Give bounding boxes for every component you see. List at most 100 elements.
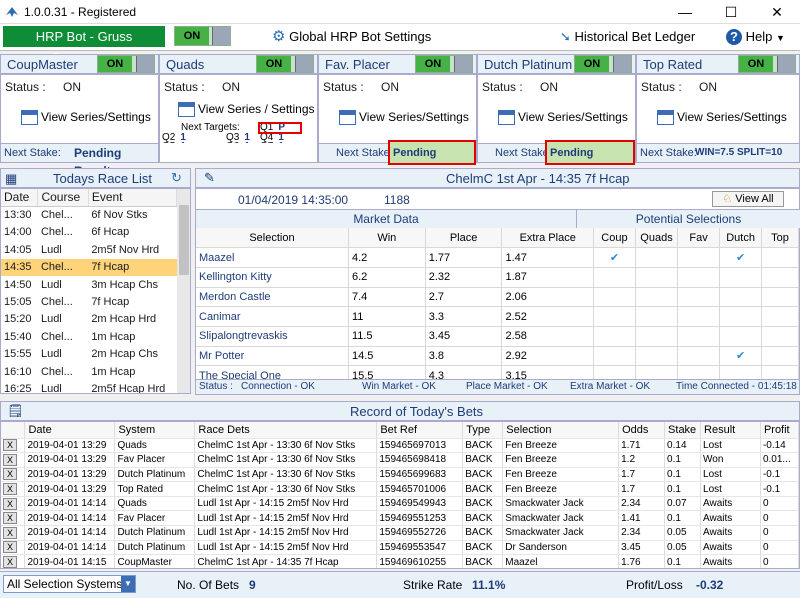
runner-cell: Mr Potter bbox=[196, 346, 349, 367]
runner-row[interactable]: Kellington Kitty 6.2 2.32 1.87 bbox=[196, 267, 799, 288]
runner-row[interactable]: Canimar 11 3.3 2.52 bbox=[196, 306, 799, 327]
close-button[interactable]: ✕ bbox=[754, 0, 800, 24]
runner-row[interactable]: Slipalongtrevaskis 11.5 3.45 2.58 bbox=[196, 326, 799, 347]
market-col-header[interactable]: Coup bbox=[593, 228, 636, 249]
cancel-bet-button[interactable]: X bbox=[3, 541, 17, 554]
race-row[interactable]: 15:05 Chel... 7f Hcap bbox=[1, 293, 177, 310]
racelist-col-header[interactable]: Event bbox=[88, 189, 178, 207]
bet-cell: 2019-04-01 13:29 bbox=[24, 452, 116, 468]
connection-toggle[interactable]: ON bbox=[174, 26, 231, 46]
runner-cell: 14.5 bbox=[348, 346, 426, 367]
race-row[interactable]: 14:05 Ludl 2m5f Nov Hrd bbox=[1, 241, 177, 258]
bets-col-header[interactable]: Bet Ref bbox=[376, 422, 464, 439]
panel-toggle[interactable]: ON bbox=[574, 55, 632, 73]
panel-toggle[interactable]: ON bbox=[415, 55, 473, 73]
race-row[interactable]: 15:55 Ludl 2m Hcap Chs bbox=[1, 346, 177, 363]
cancel-bet-button[interactable]: X bbox=[3, 526, 17, 539]
next-stake-row-0: Next Stake:Pending Result bbox=[0, 143, 159, 178]
cancel-bet-button[interactable]: X bbox=[3, 439, 17, 452]
bet-cell: 0.1 bbox=[664, 452, 702, 468]
bets-col-header[interactable]: Race Dets bbox=[194, 422, 378, 439]
race-row[interactable]: 15:20 Ludl 2m Hcap Hrd bbox=[1, 311, 177, 328]
bets-col-header[interactable]: Type bbox=[462, 422, 504, 439]
bets-col-header[interactable]: Date bbox=[24, 422, 116, 439]
scroll-thumb[interactable] bbox=[179, 205, 189, 275]
bet-cell: ChelmC 1st Apr - 13:30 6f Nov Stks bbox=[194, 467, 378, 483]
bets-col-header[interactable]: Profit bbox=[760, 422, 799, 439]
market-col-header[interactable]: Selection bbox=[196, 228, 349, 249]
settings-icon bbox=[339, 110, 356, 126]
race-row[interactable]: 14:50 Ludl 3m Hcap Chs bbox=[1, 276, 177, 293]
market-col-header[interactable]: Extra Place bbox=[501, 228, 594, 249]
market-col-header[interactable]: Place bbox=[425, 228, 503, 249]
ledger-button[interactable]: ➘ Historical Bet Ledger bbox=[560, 27, 695, 47]
bet-row: X 2019-04-01 14:14 Quads Ludl 1st Apr - 14:… bbox=[1, 496, 799, 512]
racelist-col-header[interactable]: Course bbox=[37, 189, 89, 207]
view-settings-button[interactable]: View Series/Settings bbox=[498, 110, 628, 126]
runner-row[interactable]: Maazel 4.2 1.77 1.47 ✔ ✔ bbox=[196, 247, 799, 268]
race-row[interactable]: 15:40 Chel... 1m Hcap bbox=[1, 328, 177, 345]
global-settings-button[interactable]: ⚙ Global HRP Bot Settings bbox=[272, 27, 431, 47]
minimize-button[interactable]: — bbox=[662, 0, 708, 24]
race-row[interactable]: 16:10 Chel... 1m Hcap bbox=[1, 363, 177, 380]
selection-tick-icon bbox=[677, 306, 721, 327]
view-settings-button[interactable]: View Series/Settings bbox=[21, 110, 151, 126]
panel-toggle[interactable]: ON bbox=[738, 55, 796, 73]
race-row[interactable]: 16:25 Ludl 2m5f Hcap Hrd bbox=[1, 380, 177, 393]
market-header: Market Data bbox=[196, 209, 576, 228]
race-row[interactable]: 14:35 Chel... 7f Hcap bbox=[1, 258, 177, 276]
market-col-header[interactable]: Quads bbox=[635, 228, 679, 249]
chevron-down-icon[interactable]: ▼ bbox=[121, 576, 135, 592]
bets-col-header[interactable]: Selection bbox=[502, 422, 620, 439]
selection-tick-icon bbox=[761, 306, 799, 327]
runner-row[interactable]: Mr Potter 14.5 3.8 2.92 ✔ bbox=[196, 346, 799, 367]
race-cell: 14:05 bbox=[4, 243, 32, 256]
view-settings-button[interactable]: View Series/Settings bbox=[339, 110, 469, 126]
bet-row: X 2019-04-01 14:14 Fav Placer Ludl 1st Apr … bbox=[1, 510, 799, 527]
refresh-icon[interactable]: ↻ bbox=[171, 170, 182, 186]
bets-col-header[interactable]: Result bbox=[700, 422, 761, 439]
view-settings-label: View Series / Settings bbox=[198, 102, 315, 116]
bet-cell: Fen Breeze bbox=[502, 467, 620, 483]
cancel-bet-button[interactable]: X bbox=[3, 512, 17, 525]
cancel-bet-button[interactable]: X bbox=[3, 468, 17, 481]
race-cell: 15:40 bbox=[4, 330, 32, 343]
racelist-table: Date Course Event 13:30 Chel... 6f Nov Stks 14… bbox=[1, 189, 178, 393]
bets-col-header[interactable]: Odds bbox=[618, 422, 666, 439]
bets-col-header[interactable]: System bbox=[114, 422, 196, 439]
cancel-bet-button[interactable]: X bbox=[3, 497, 17, 510]
panel-body-4: Status : ON View Series/Settings bbox=[636, 74, 800, 144]
cancel-cell: X bbox=[1, 438, 26, 454]
cancel-bet-button[interactable]: X bbox=[3, 556, 17, 568]
maximize-button[interactable]: ☐ bbox=[708, 0, 754, 24]
race-cell: 6f Hcap bbox=[91, 226, 130, 239]
cancel-bet-button[interactable]: X bbox=[3, 453, 17, 466]
bets-col-header[interactable] bbox=[1, 422, 26, 439]
bets-col-header[interactable]: Stake bbox=[664, 422, 702, 439]
racelist-scrollbar[interactable] bbox=[177, 189, 190, 393]
bets-count: 9 bbox=[249, 578, 256, 592]
market-col-header[interactable]: Fav bbox=[677, 228, 721, 249]
race-row[interactable]: 13:30 Chel... 6f Nov Stks bbox=[1, 206, 177, 223]
help-button[interactable]: ? Help ▼ bbox=[726, 27, 785, 47]
bet-cell: 1.41 bbox=[618, 510, 666, 527]
racelist-col-header[interactable]: Date bbox=[1, 189, 39, 207]
panel-toggle[interactable]: ON bbox=[256, 55, 314, 73]
view-all-button[interactable]: ♘ View All bbox=[712, 191, 784, 207]
bet-cell: 2019-04-01 14:14 bbox=[24, 540, 116, 556]
edit-icon[interactable]: ✎ bbox=[204, 170, 215, 186]
view-settings-button[interactable]: View Series / Settings bbox=[178, 102, 315, 118]
race-row[interactable]: 14:00 Chel... 6f Hcap bbox=[1, 224, 177, 241]
market-col-header[interactable]: Win bbox=[348, 228, 426, 249]
connection-status: Connection - OK bbox=[241, 381, 315, 392]
bet-cell: Fen Breeze bbox=[502, 481, 620, 497]
system-filter-select[interactable]: All Selection Systems ▼ bbox=[3, 575, 136, 593]
market-col-header[interactable]: Dutch bbox=[719, 228, 763, 249]
runner-row[interactable]: Merdon Castle 7.4 2.7 2.06 bbox=[196, 287, 799, 308]
view-settings-button[interactable]: View Series/Settings bbox=[657, 110, 787, 126]
market-col-header[interactable]: Top bbox=[761, 228, 799, 249]
bet-cell: BACK bbox=[462, 481, 504, 497]
cancel-cell: X bbox=[1, 481, 26, 497]
cancel-bet-button[interactable]: X bbox=[3, 483, 17, 496]
panel-toggle[interactable]: ON bbox=[97, 55, 155, 73]
